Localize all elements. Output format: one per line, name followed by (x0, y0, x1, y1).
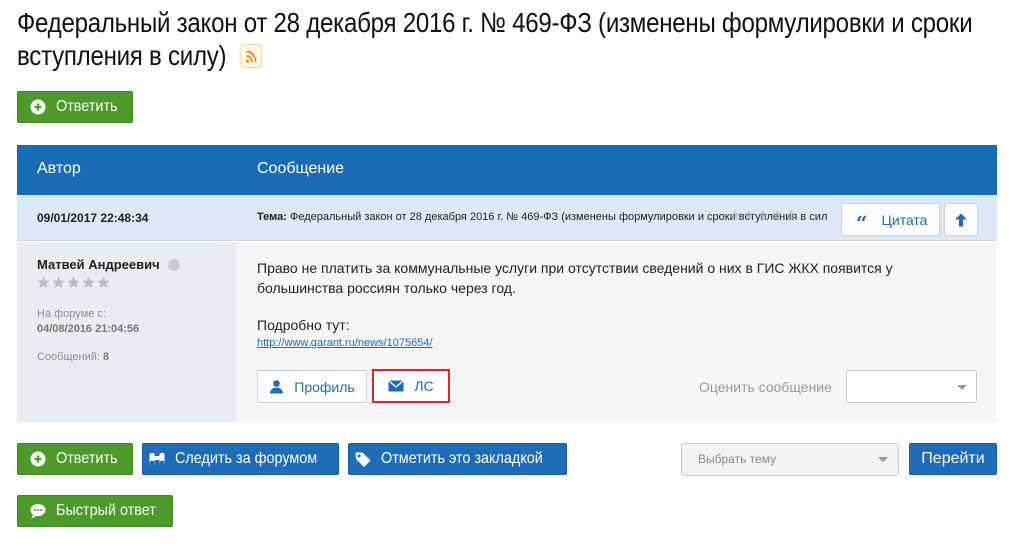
page-title-line-2-text: вступления в силу) (17, 40, 227, 71)
chevron-down-icon (878, 457, 888, 462)
star-icon (785, 209, 797, 220)
rate-message-label: Оценить сообщение (699, 379, 832, 395)
speech-bubble-icon (30, 504, 46, 519)
post-topic-prefix: Тема: (257, 211, 287, 223)
chevron-down-icon (957, 385, 967, 390)
message-count-label: Сообщений: (37, 351, 100, 363)
column-message-header: Сообщение (257, 160, 345, 177)
page-title: Федеральный закон от 28 декабря 2016 г. … (17, 6, 973, 72)
star-icon (97, 276, 110, 288)
bookmark-button-label: Отметить это закладкой (381, 450, 543, 467)
star-icon (37, 276, 50, 288)
message-link[interactable]: http://www.garant.ru/news/1075654/ (257, 337, 433, 349)
quick-reply-button-label: Быстрый ответ (56, 502, 156, 519)
profile-button[interactable]: Профиль (257, 370, 367, 403)
profile-button-label: Профиль (294, 378, 355, 395)
message-text: Право не платить за коммунальные услуги … (257, 260, 893, 296)
reply-button-bottom[interactable]: Ответить (17, 443, 133, 475)
post-datetime: 09/01/2017 22:48:34 (37, 211, 149, 225)
choose-topic-placeholder: Выбрать тему (698, 452, 777, 466)
author-panel: Матвей Андреевич На форуме с: 04/08/2016… (17, 242, 237, 422)
go-button-label: Перейти (921, 450, 985, 467)
author-name-text: Матвей Андреевич (37, 257, 160, 272)
member-since-value: 04/08/2016 21:04:56 (37, 323, 139, 335)
topic-rating-stars[interactable] (729, 209, 797, 221)
message-panel: Право не платить за коммунальные услуги … (237, 242, 997, 422)
envelope-icon (388, 380, 405, 392)
tag-icon (355, 452, 371, 467)
quote-icon: “ (856, 210, 868, 235)
reply-button-bottom-label: Ответить (56, 450, 118, 467)
private-message-button[interactable]: ЛС (372, 369, 450, 403)
page-title-line-2: вступления в силу) (17, 39, 868, 72)
column-author-header: Автор (37, 160, 81, 177)
go-button[interactable]: Перейти (909, 443, 997, 475)
reply-button-top[interactable]: Ответить (17, 91, 133, 123)
follow-forum-button-label: Следить за форумом (175, 450, 318, 467)
online-status-icon (167, 258, 180, 271)
choose-topic-select[interactable]: Выбрать тему (681, 443, 899, 476)
rss-icon[interactable] (240, 43, 263, 68)
follow-forum-button[interactable]: Следить за форумом (142, 443, 339, 475)
post-subheader: 09/01/2017 22:48:34 Тема: Федеральный за… (17, 195, 997, 241)
message-count-value: 8 (103, 351, 110, 363)
table-header: Автор Сообщение (17, 145, 997, 195)
member-since-label: На форуме с: (37, 308, 106, 320)
private-message-button-label: ЛС (414, 378, 434, 394)
member-since-date: 04/08/2016 21:04:56 (37, 323, 140, 335)
star-icon (757, 209, 769, 220)
star-icon (729, 209, 741, 220)
binoculars-icon (149, 453, 165, 466)
forum-post-table: Автор Сообщение 09/01/2017 22:48:34 Тема… (17, 145, 997, 422)
arrow-up-icon (955, 213, 967, 226)
star-icon (52, 276, 65, 288)
message-count: Сообщений: 8 (37, 351, 109, 363)
rate-message-select[interactable] (846, 370, 977, 403)
star-icon (743, 209, 755, 220)
quote-button[interactable]: “ Цитата (841, 203, 940, 236)
message-more-label: Подробно тут: (257, 317, 350, 333)
scroll-top-button[interactable] (944, 203, 978, 236)
author-rating-stars (37, 276, 110, 289)
quick-reply-button[interactable]: Быстрый ответ (17, 495, 173, 527)
plus-circle-icon (30, 451, 46, 467)
star-icon (67, 276, 80, 288)
page-title-line-1: Федеральный закон от 28 декабря 2016 г. … (17, 7, 973, 38)
user-icon (270, 380, 284, 394)
star-icon (82, 276, 95, 288)
author-name[interactable]: Матвей Андреевич (37, 257, 180, 272)
reply-button-top-label: Ответить (56, 98, 118, 115)
bookmark-button[interactable]: Отметить это закладкой (348, 443, 567, 475)
quote-button-label: Цитата (881, 211, 928, 228)
plus-circle-icon (30, 99, 46, 115)
star-icon (771, 209, 783, 220)
